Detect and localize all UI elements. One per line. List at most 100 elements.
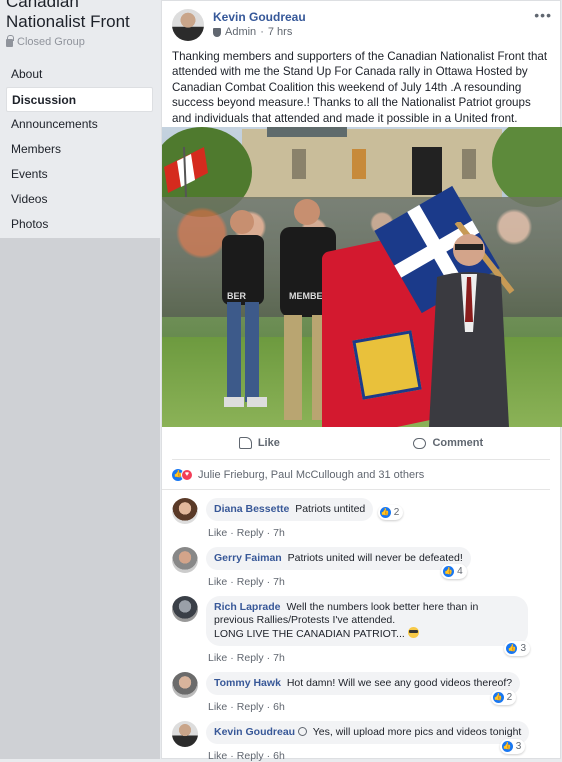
- comment-reaction-count: 4: [457, 566, 463, 577]
- comment-bubble: Rich Laprade Well the numbers look bette…: [206, 596, 530, 656]
- comment-bubble: Diana Bessette Patriots untited 👍 2: [206, 498, 404, 521]
- comment-button[interactable]: Comment: [413, 437, 483, 449]
- comment-reactions[interactable]: 👍 3: [499, 739, 526, 754]
- comment-time[interactable]: 7h: [273, 576, 285, 588]
- post-time[interactable]: 7 hrs: [268, 26, 292, 38]
- comment-reply-link[interactable]: Reply: [237, 527, 264, 539]
- comment-like-link[interactable]: Like: [208, 701, 227, 713]
- comment-body: Kevin Goudreau Yes, will upload more pic…: [206, 721, 530, 762]
- post-card: Kevin Goudreau Admin · 7 hrs ••• Thankin…: [161, 0, 562, 762]
- nav-item-announcements[interactable]: Announcements: [6, 112, 153, 137]
- photo-coat-of-arms: [352, 330, 422, 400]
- comment-reactions[interactable]: 👍 3: [504, 641, 530, 656]
- comment-item: Kevin Goudreau Yes, will upload more pic…: [172, 721, 550, 762]
- admin-badge-icon: [298, 727, 308, 736]
- like-reaction-icon: 👍: [492, 692, 504, 703]
- comment-author[interactable]: Rich Laprade: [214, 601, 281, 613]
- like-reaction-icon: 👍: [506, 643, 518, 654]
- post-header: Kevin Goudreau Admin · 7 hrs •••: [162, 1, 560, 41]
- comment-bubble: Kevin Goudreau Yes, will upload more pic…: [206, 721, 530, 754]
- comment-item: Rich Laprade Well the numbers look bette…: [172, 596, 550, 664]
- group-privacy-label: Closed Group: [17, 36, 85, 48]
- like-reaction-icon: 👍: [443, 566, 455, 577]
- group-sidebar: Canadian Nationalist Front Closed Group …: [0, 0, 160, 759]
- group-nav: About Discussion Announcements Members E…: [6, 62, 160, 237]
- shirt-text: BER: [227, 291, 247, 301]
- author-block: Kevin Goudreau Admin · 7 hrs: [213, 10, 306, 41]
- comment-item: Gerry Faiman Patriots united will never …: [172, 547, 550, 588]
- comment-links: Like · Reply · 7h: [208, 652, 285, 664]
- comment-bubble: Tommy Hawk Hot damn! Will we see any goo…: [206, 672, 521, 705]
- comment-reactions[interactable]: 👍 2: [490, 690, 517, 705]
- photo-window: [292, 149, 306, 179]
- comment-reactions[interactable]: 👍 4: [441, 564, 467, 579]
- love-reaction-icon: ♥: [181, 468, 193, 481]
- comment-text: Hot damn! Will we see any good videos th…: [286, 677, 513, 689]
- comment-links: Like · Reply · 7h: [208, 576, 285, 588]
- comments-list: Diana Bessette Patriots untited 👍 2 Like…: [162, 490, 560, 762]
- meta-separator: ·: [260, 26, 264, 38]
- comment-text: Yes, will upload more pics and videos to…: [312, 726, 522, 738]
- photo-man-in-suit: [429, 222, 515, 427]
- comment-body: Gerry Faiman Patriots united will never …: [206, 547, 471, 588]
- comment-time[interactable]: 6h: [273, 750, 285, 762]
- comment-reactions[interactable]: 👍 2: [377, 505, 404, 520]
- comment-links: Like · Reply · 6h: [208, 701, 285, 713]
- comment-time[interactable]: 7h: [273, 527, 285, 539]
- comment-bubble: Gerry Faiman Patriots united will never …: [206, 547, 471, 579]
- comment-reply-link[interactable]: Reply: [237, 652, 264, 664]
- group-name[interactable]: Canadian Nationalist Front: [6, 0, 160, 32]
- comment-avatar[interactable]: [172, 596, 198, 622]
- comment-reply-link[interactable]: Reply: [237, 750, 264, 762]
- admin-shield-icon: [213, 27, 221, 37]
- comment-author[interactable]: Diana Bessette: [214, 503, 289, 515]
- comment-like-link[interactable]: Like: [208, 652, 227, 664]
- sidebar-header: Canadian Nationalist Front Closed Group …: [0, 0, 160, 238]
- post-author[interactable]: Kevin Goudreau: [213, 10, 306, 24]
- comment-icon: [413, 437, 427, 449]
- comment-avatar[interactable]: [172, 498, 198, 524]
- comment-time[interactable]: 6h: [273, 701, 285, 713]
- comment-like-link[interactable]: Like: [208, 527, 227, 539]
- comment-like-link[interactable]: Like: [208, 576, 227, 588]
- reactions-summary[interactable]: 👍 ♥ Julie Frieburg, Paul McCullough and …: [162, 460, 550, 490]
- photo-building-roof: [267, 127, 347, 137]
- more-options-icon[interactable]: •••: [534, 7, 552, 23]
- nav-item-videos[interactable]: Videos: [6, 187, 153, 212]
- post-meta: Admin · 7 hrs: [213, 26, 306, 38]
- nav-item-members[interactable]: Members: [6, 137, 153, 162]
- post-text: Thanking members and supporters of the C…: [172, 50, 548, 125]
- sunglasses-emoji-icon: [407, 627, 419, 638]
- comment-author[interactable]: Tommy Hawk: [214, 677, 281, 689]
- post-actions: Like Comment: [172, 427, 550, 460]
- comment-time[interactable]: 7h: [273, 652, 285, 664]
- comment-text-line-2: LONG LIVE THE CANADIAN PATRIOT...: [214, 628, 405, 640]
- nav-item-photos[interactable]: Photos: [6, 212, 153, 237]
- comment-reply-link[interactable]: Reply: [237, 576, 264, 588]
- like-button[interactable]: Like: [238, 437, 280, 449]
- nav-item-events[interactable]: Events: [6, 162, 153, 187]
- small-flag-graphic: [164, 147, 208, 197]
- nav-item-discussion[interactable]: Discussion: [6, 87, 153, 112]
- author-avatar[interactable]: [172, 9, 204, 41]
- comment-reaction-count: 3: [515, 741, 522, 752]
- comment-reply-link[interactable]: Reply: [237, 701, 264, 713]
- like-icon: [238, 437, 252, 449]
- post-photo[interactable]: MEMBER BER: [162, 127, 562, 427]
- comment-avatar[interactable]: [172, 721, 198, 747]
- reaction-names[interactable]: Julie Frieburg, Paul McCullough and 31 o…: [198, 469, 424, 481]
- comment-like-link[interactable]: Like: [208, 750, 227, 762]
- photo-window: [352, 149, 366, 179]
- comment-avatar[interactable]: [172, 672, 198, 698]
- nav-item-about[interactable]: About: [6, 62, 153, 87]
- comment-body: Tommy Hawk Hot damn! Will we see any goo…: [206, 672, 521, 713]
- post-role: Admin: [225, 26, 257, 38]
- photo-tree: [492, 127, 562, 207]
- comment-reaction-count: 2: [506, 692, 513, 703]
- comment-avatar[interactable]: [172, 547, 198, 573]
- comment-item: Tommy Hawk Hot damn! Will we see any goo…: [172, 672, 550, 713]
- comment-author[interactable]: Kevin Goudreau: [214, 726, 295, 738]
- comment-reaction-count: 2: [393, 507, 400, 518]
- comment-author[interactable]: Gerry Faiman: [214, 552, 282, 564]
- lock-icon: [6, 35, 14, 47]
